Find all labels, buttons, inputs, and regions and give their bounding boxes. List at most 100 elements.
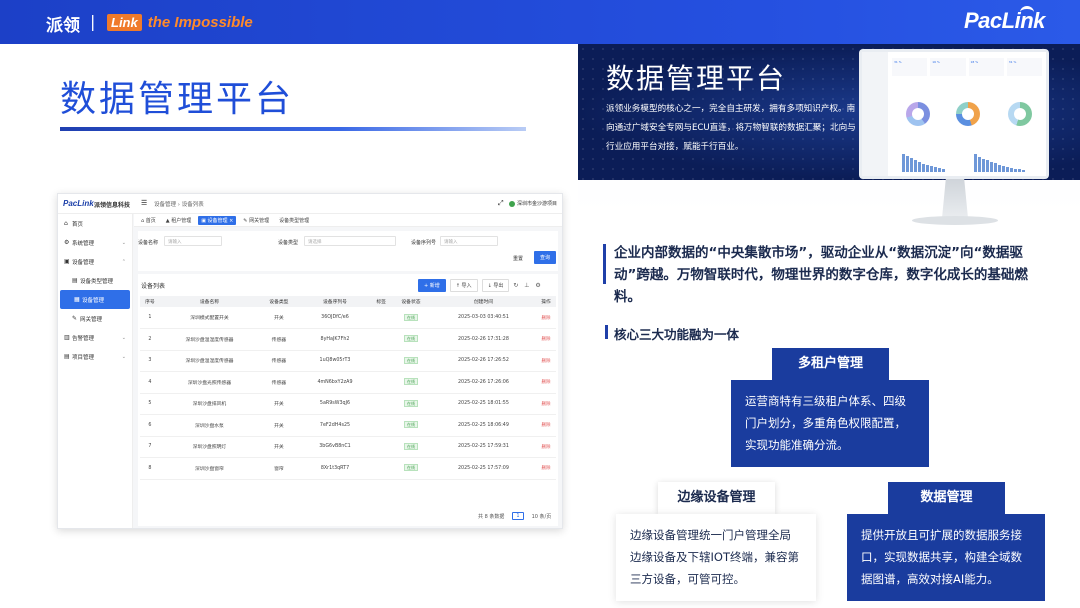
cell-no: 7 [140,436,160,458]
cell-tag [371,350,392,372]
bar-chart [974,152,1025,172]
cell-status: 在线 [391,393,431,415]
menu-icon[interactable]: ☰ [141,199,147,207]
device-type-select[interactable]: 请选择 [304,236,396,246]
screen-sidebar [862,52,888,176]
quote-accent-bar [603,244,606,284]
cell-tag [371,457,392,480]
status-badge: 在线 [403,421,418,429]
cell-type: 开关 [259,414,299,437]
device-name-input[interactable]: 请输入 [164,236,222,246]
delete-link[interactable]: 删除 [542,380,551,385]
cell-op: 删除 [536,307,556,329]
device-table: 序号 设备名称 设备类型 设备序列号 标签 设备状态 创建时间 操作 1 深圳模式… [140,296,556,480]
cell-text: 2025-02-25 18:01:55 [457,401,509,407]
status-badge: 在线 [403,378,418,386]
delete-link[interactable]: 删除 [542,316,551,321]
cell-text: 4 [148,379,152,385]
cell-name: 深圳沙盘照明灯 [159,436,260,458]
cell-tag [371,371,392,394]
cell-time: 2025-02-25 17:59:31 [430,436,537,458]
cell-type: 窗帘 [259,457,299,480]
tab-device-type[interactable]: 设备类型管理 [276,216,312,225]
cell-name: 深圳沙盘窗帘 [159,457,260,480]
cell-time: 2025-02-25 18:01:55 [430,393,537,415]
import-button[interactable]: ↑ 导入 [449,279,478,292]
sidebar-item-label: 系统管理 [72,240,95,247]
stat-card: 31 % [1006,58,1042,76]
delete-link[interactable]: 删除 [542,359,551,364]
title-underline [60,127,526,131]
col-header: 标签 [371,296,392,307]
cell-time: 2025-02-26 17:31:28 [430,328,537,351]
cell-name: 深圳沙盘温湿度传感器 [159,328,260,351]
table-row: 6 深圳沙盘水泵 开关 7eF2dH4s25 在线 2025-02-25 18:06:49… [140,414,556,437]
device-serial-input[interactable]: 请输入 [440,236,498,246]
app-name: 派领信息科技 [94,202,131,209]
cell-text: 深圳模式配置开关 [190,316,229,321]
fullscreen-icon[interactable]: ⤢ [498,199,504,208]
page-number[interactable]: 1 [512,512,524,520]
cell-op: 删除 [536,457,556,480]
cell-no: 5 [140,393,160,415]
cell-text: 开关 [274,423,284,429]
delete-link[interactable]: 删除 [542,466,551,471]
table-tool-icons[interactable]: ↻ ⊥ ⚙ [513,282,542,289]
tab-tenant[interactable]: ▲ 租户管理 [163,216,194,225]
cell-no: 2 [140,328,160,351]
export-button[interactable]: ↓ 导出 [481,279,510,292]
delete-link[interactable]: 删除 [542,423,551,428]
card-body-edge-device: 边缘设备管理统一门户管理全局边缘设备及下辖IOT终端，兼容第三方设备，可管可控。 [616,514,816,601]
cell-text: 2025-02-26 17:26:06 [457,379,509,385]
cell-text: 2025-02-25 17:59:31 [457,444,509,450]
cell-status: 在线 [391,371,431,394]
monitor-screen: 31 % 16 % 18 % 31 % [862,52,1046,176]
cell-text: 深圳沙盘水泵 [195,423,224,429]
cell-type: 开关 [259,436,299,458]
table-row: 1 深圳模式配置开关 开关 36OJDfC/e6 在线 2025-03-03 03:40:… [140,307,556,329]
pagination: 共 8 条数据 1 10 条/页 [478,512,551,520]
stat-card: 31 % [892,58,928,76]
cell-tag [371,436,392,458]
sidebar-item-gateway[interactable]: ✎ 网关管理 [58,309,132,328]
cell-op: 删除 [536,436,556,458]
cell-text: 开关 [274,445,284,451]
cell-text: 深圳沙盘温湿度传感器 [185,359,234,365]
cell-op: 删除 [536,393,556,415]
cell-text: 传感器 [271,337,287,343]
sidebar-item-alarm[interactable]: ▥ 告警管理 ⌄ [58,328,132,347]
reset-button[interactable]: 重置 [508,252,529,265]
device-serial-label: 设备序列号 [411,240,437,246]
cell-name: 深圳沙盘水泵 [159,414,260,437]
cell-text: 深圳沙盘照明灯 [192,445,227,451]
user-menu[interactable]: 深圳市金沙游项目 [509,200,557,207]
delete-link[interactable]: 删除 [542,402,551,407]
sidebar-item-device-type[interactable]: ▤ 设备类型管理 [58,271,132,290]
add-button[interactable]: + 新增 [418,279,446,292]
tab-home[interactable]: ⌂ 首页 [138,216,159,225]
cell-no: 8 [140,457,160,480]
cell-text: 2025-02-26 17:31:28 [457,336,509,342]
sidebar-item-device-manage[interactable]: ▦ 设备管理 [60,290,130,309]
sidebar-item-label: 设备管理 [82,297,105,304]
app-logo: PacLink [63,199,94,208]
query-button[interactable]: 查询 [534,251,557,264]
cell-text: 6 [148,422,152,428]
cell-time: 2025-02-26 17:26:06 [430,371,537,394]
delete-link[interactable]: 删除 [542,445,551,450]
paclink-logo: PacLink [964,6,1045,33]
sidebar-item-project[interactable]: ▤ 项目管理 ⌄ [58,347,132,366]
avatar [509,200,515,207]
sidebar-item-device[interactable]: ▣ 设备管理 ⌃ [58,252,132,271]
tab-device[interactable]: ▣ 设备管理 × [198,215,237,225]
cell-text: 深圳沙盘排风机 [192,402,227,408]
delete-link[interactable]: 删除 [542,337,551,342]
cell-type: 开关 [259,393,299,415]
page-size-select[interactable]: 10 条/页 [532,513,552,520]
device-icon: ▣ [64,258,70,265]
sidebar-item-home[interactable]: ⌂ 首页 [58,214,132,233]
stat-card: 18 % [968,58,1004,76]
cell-text: 3bG6vB8nC1 [319,444,351,450]
sidebar-item-system[interactable]: ⚙ 系统管理 ⌄ [58,233,132,252]
tab-gateway[interactable]: ✎ 网关管理 [240,216,272,225]
